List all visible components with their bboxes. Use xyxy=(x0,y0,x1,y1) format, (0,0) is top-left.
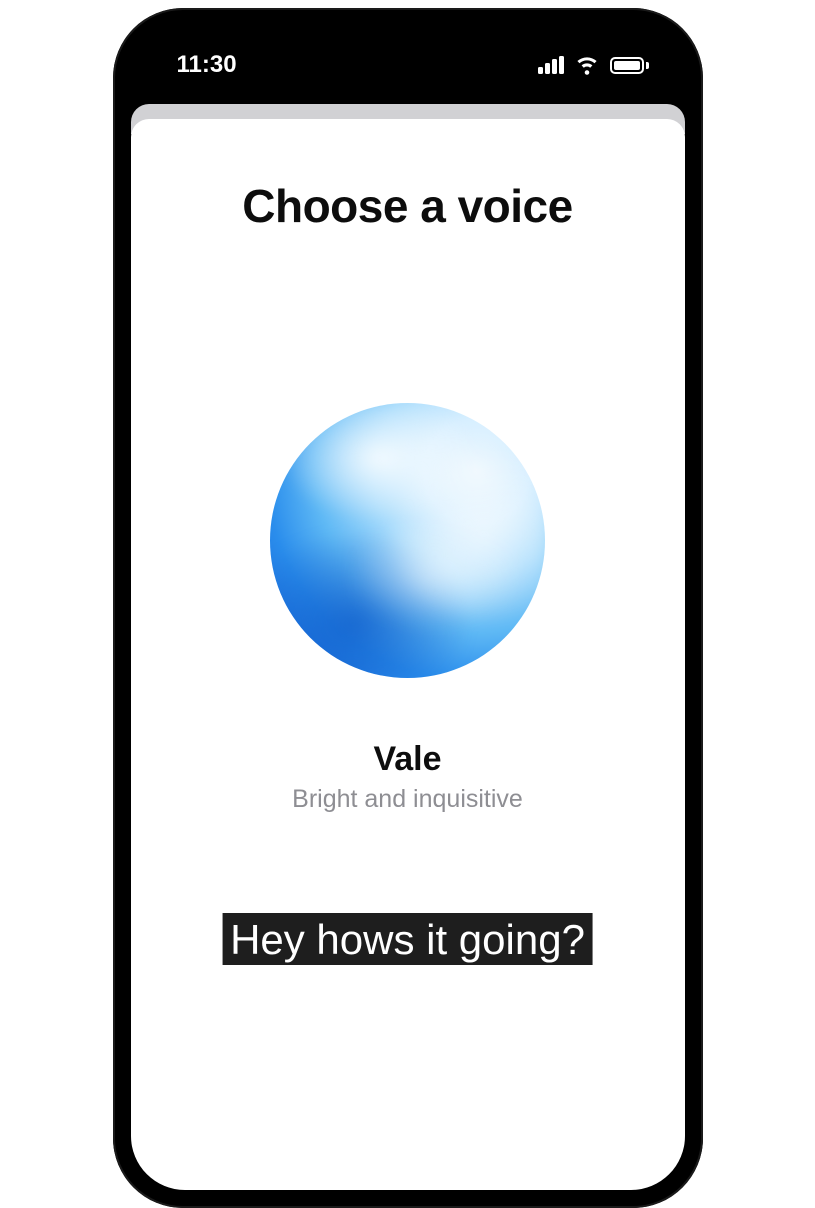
voice-description: Bright and inquisitive xyxy=(292,785,523,814)
voice-name: Vale xyxy=(373,740,441,779)
cellular-signal-icon xyxy=(538,56,564,74)
video-caption: Hey hows it going? xyxy=(222,913,593,965)
page-title: Choose a voice xyxy=(242,179,572,233)
voice-selection-sheet: Choose a voice Vale Bright and inquisiti… xyxy=(131,119,685,1190)
status-time: 11:30 xyxy=(177,51,237,79)
phone-frame: 11:30 Ch xyxy=(113,8,703,1208)
status-bar: 11:30 xyxy=(131,26,685,104)
wifi-icon xyxy=(574,56,600,75)
voice-avatar[interactable] xyxy=(270,403,545,678)
phone-screen: 11:30 Ch xyxy=(131,26,685,1190)
battery-icon xyxy=(610,57,649,74)
status-icons xyxy=(538,56,649,75)
